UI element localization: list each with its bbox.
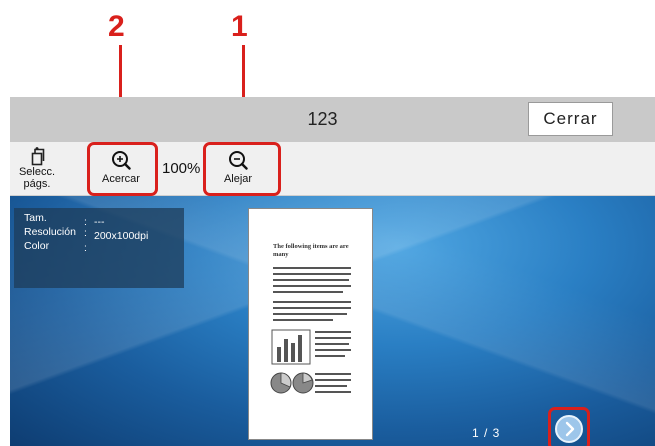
resolution-label: Resolución — [24, 226, 76, 238]
page-indicator: 1 / 3 — [472, 426, 501, 440]
resolution-colon: : — [84, 227, 87, 239]
info-panel: Tam. : --- Resolución : 200x100dpi Color… — [14, 208, 184, 288]
chevron-right-icon — [565, 421, 575, 437]
doc-text-line — [315, 379, 351, 381]
zoom-level: 100% — [162, 160, 201, 177]
doc-text-line — [273, 301, 351, 303]
size-label: Tam. — [24, 212, 47, 224]
doc-text-line — [315, 343, 349, 345]
preview-area[interactable]: Tam. : --- Resolución : 200x100dpi Color… — [10, 196, 655, 446]
select-pages-icon — [31, 147, 45, 166]
doc-text-line — [273, 313, 347, 315]
next-page-highlight — [548, 407, 590, 446]
callout-1: 1 — [231, 10, 248, 43]
bar-chart-illustration — [271, 329, 311, 365]
doc-text-line — [315, 373, 351, 375]
doc-text-line — [315, 385, 347, 387]
doc-text-line — [273, 267, 351, 269]
next-page-button[interactable] — [555, 415, 583, 443]
callout-2: 2 — [108, 10, 125, 43]
color-label: Color — [24, 240, 50, 252]
doc-text-line — [315, 355, 345, 357]
doc-text-line — [273, 307, 351, 309]
zoom-out-highlight — [203, 142, 281, 196]
title-bar: 123 Cerrar — [10, 97, 655, 142]
doc-text-line — [273, 319, 333, 321]
size-value: --- — [94, 216, 105, 228]
doc-text-line — [273, 291, 343, 293]
doc-text-line — [273, 285, 351, 287]
color-colon: : — [84, 242, 87, 254]
doc-text-line — [315, 331, 351, 333]
pie-chart-illustration — [270, 372, 314, 394]
doc-text-line — [315, 349, 351, 351]
doc-text-line — [273, 279, 349, 281]
doc-text-line — [273, 273, 351, 275]
preview-screen: 123 Cerrar Selecc. págs. Acercar 100% Al… — [10, 97, 655, 446]
doc-heading: The following items are are many — [273, 243, 349, 258]
select-pages-label-2: págs. — [23, 178, 51, 190]
resolution-value: 200x100dpi — [94, 230, 149, 242]
toolbar: Selecc. págs. Acercar 100% Alejar — [10, 142, 655, 196]
close-button[interactable]: Cerrar — [528, 102, 613, 136]
zoom-in-highlight — [87, 142, 158, 196]
page-thumbnail: The following items are are many — [248, 208, 373, 440]
select-pages-button[interactable]: Selecc. págs. — [14, 144, 60, 194]
select-pages-label-1: Selecc. — [18, 166, 56, 178]
doc-text-line — [315, 391, 351, 393]
doc-text-line — [315, 337, 351, 339]
